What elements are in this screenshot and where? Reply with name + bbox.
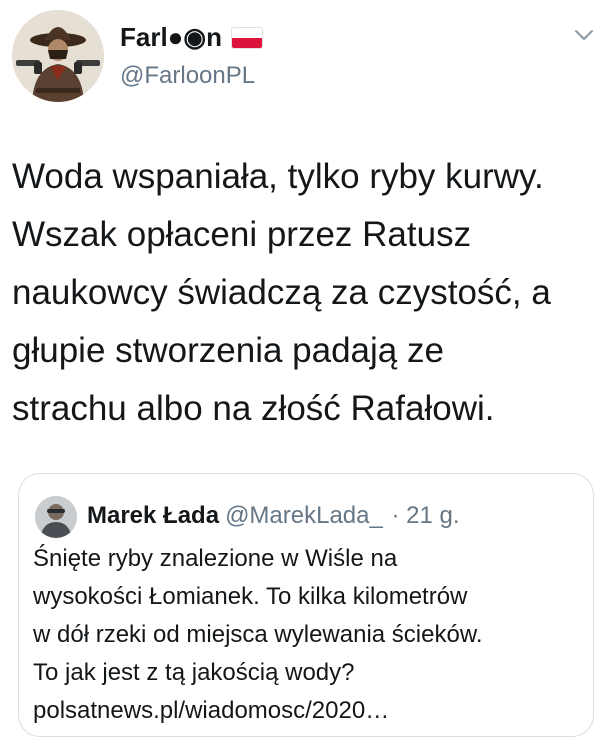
- quoted-text-line: Śnięte ryby znalezione w Wiśle na: [33, 545, 398, 572]
- quoted-tweet-text: Śnięte ryby znalezione w Wiśle na wysoko…: [33, 540, 589, 730]
- quoted-text-line: wysokości Łomianek. To kilka kilometrów: [33, 583, 468, 610]
- tweet-text-line: głupie stworzenia padają ze: [12, 331, 444, 370]
- quoted-author-name[interactable]: Marek Łada: [87, 502, 219, 529]
- tweet-text-line: naukowcy świadczą za czystość, a: [12, 273, 551, 312]
- chevron-down-icon[interactable]: [574, 28, 594, 42]
- quoted-author-handle[interactable]: @MarekLada_: [225, 502, 383, 529]
- author-name[interactable]: Farl●◉n: [120, 22, 222, 53]
- quoted-text-line: To jak jest z tą jakością wody?: [33, 659, 355, 686]
- quoted-tweet-header: Marek Łada @MarekLada_ · 21 g.: [87, 502, 460, 530]
- tweet-text: Woda wspaniała, tylko ryby kurwy. Wszak …: [12, 148, 598, 438]
- person-avatar-image: [35, 496, 77, 538]
- quoted-tweet-time: · 21 g.: [391, 502, 460, 529]
- tweet-text-line: Woda wspaniała, tylko ryby kurwy.: [12, 157, 544, 196]
- poland-flag-icon: [231, 27, 262, 48]
- quoted-text-line: w dół rzeki od miejsca wylewania ścieków…: [33, 621, 483, 648]
- tweet-text-line: strachu albo na złość Rafałowi.: [12, 389, 495, 428]
- author-avatar[interactable]: [12, 10, 104, 102]
- tweet-text-line: Wszak opłaceni przez Ratusz: [12, 215, 472, 254]
- quoted-tweet-card[interactable]: Marek Łada @MarekLada_ · 21 g. Śnięte ryb…: [18, 473, 594, 737]
- quoted-link[interactable]: polsatnews.pl/wiadomosc/2020…: [33, 692, 589, 730]
- quoted-author-avatar[interactable]: [35, 496, 77, 538]
- author-handle[interactable]: @FarloonPL: [120, 62, 255, 90]
- gunslinger-avatar-image: [12, 10, 104, 102]
- author-name-row[interactable]: Farl●◉n: [120, 22, 262, 53]
